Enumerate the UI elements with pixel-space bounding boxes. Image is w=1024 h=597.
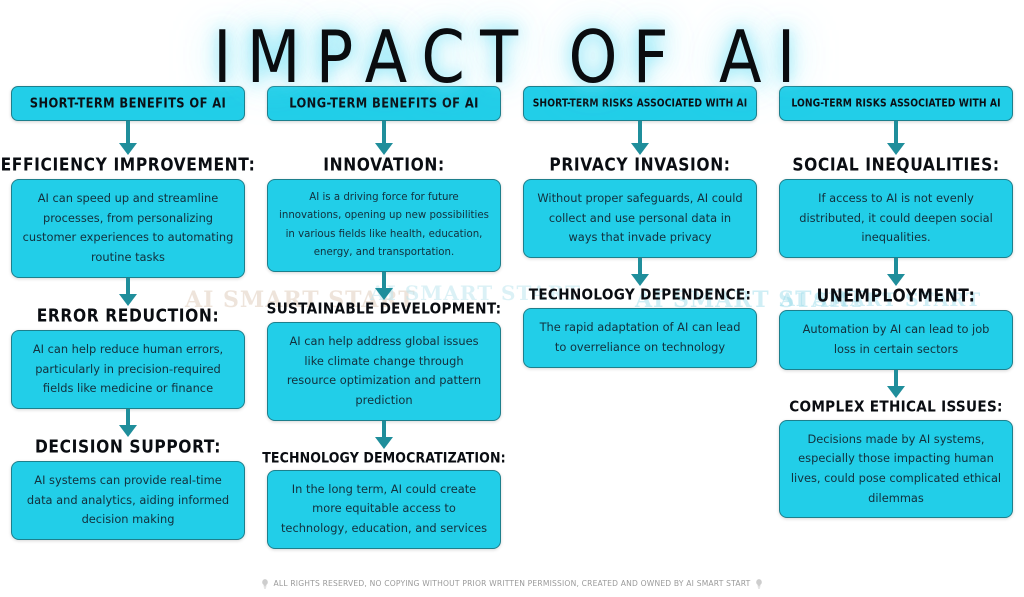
arrow-down-icon xyxy=(372,420,396,449)
card-body-text: AI can speed up and streamline processes… xyxy=(22,191,234,265)
column-header-label: SHORT-TERM BENEFITS OF AI xyxy=(29,94,227,111)
arrow-down-icon xyxy=(628,258,652,287)
section-title: DECISION SUPPORT: xyxy=(34,436,222,457)
column-header-label: LONG-TERM RISKS ASSOCIATED WITH AI xyxy=(791,97,1001,110)
content-card[interactable]: AI can speed up and streamline processes… xyxy=(11,179,245,278)
content-card[interactable]: AI can help reduce human errors, particu… xyxy=(11,329,245,409)
arrow-down-icon xyxy=(116,121,140,155)
copyright-text: ALL RIGHTS RESERVED, NO COPYING WITHOUT … xyxy=(273,579,751,588)
content-card[interactable]: Decisions made by AI systems, especially… xyxy=(779,419,1013,519)
column-header-1[interactable]: SHORT-TERM BENEFITS OF AI xyxy=(11,86,245,121)
section-title: TECHNOLOGY DEMOCRATIZATION: xyxy=(262,448,506,466)
column-short-term-benefits: SHORT-TERM BENEFITS OF AI EFFICIENCY IMP… xyxy=(0,86,256,549)
content-card[interactable]: The rapid adaptation of AI can lead to o… xyxy=(523,308,757,368)
card-body-text: Automation by AI can lead to job loss in… xyxy=(802,322,990,356)
content-card[interactable]: AI is a driving force for future innovat… xyxy=(267,179,501,272)
column-header-label: SHORT-TERM RISKS ASSOCIATED WITH AI xyxy=(532,97,748,110)
card-body-text: AI can help reduce human errors, particu… xyxy=(32,341,224,396)
arrow-down-icon xyxy=(884,369,908,398)
content-card[interactable]: In the long term, AI could create more e… xyxy=(267,469,501,549)
columns-container: SHORT-TERM BENEFITS OF AI EFFICIENCY IMP… xyxy=(0,86,1024,549)
column-header-4[interactable]: LONG-TERM RISKS ASSOCIATED WITH AI xyxy=(779,86,1013,121)
page-title-container: IMPACT OF AI xyxy=(0,16,1024,100)
arrow-down-icon xyxy=(116,408,140,437)
arrow-down-icon xyxy=(884,121,908,155)
arrow-down-icon xyxy=(884,258,908,287)
card-body-text: If access to AI is not evenly distribute… xyxy=(799,191,993,245)
card-body-text: AI systems can provide real-time data an… xyxy=(26,473,230,527)
section-title: UNEMPLOYMENT: xyxy=(816,285,976,307)
column-long-term-risks: LONG-TERM RISKS ASSOCIATED WITH AI SOCIA… xyxy=(768,86,1024,549)
section-title: COMPLEX ETHICAL ISSUES: xyxy=(789,397,1003,416)
content-card[interactable]: AI can help address global issues like c… xyxy=(267,322,501,421)
column-long-term-benefits: LONG-TERM BENEFITS OF AI INNOVATION: AI … xyxy=(256,86,512,549)
content-card[interactable]: AI systems can provide real-time data an… xyxy=(11,461,245,540)
arrow-down-icon xyxy=(372,121,396,155)
card-body-text: Decisions made by AI systems, especially… xyxy=(790,431,1002,505)
content-card[interactable]: Automation by AI can lead to job loss in… xyxy=(779,310,1013,370)
section-title: PRIVACY INVASION: xyxy=(549,154,731,176)
section-title: TECHNOLOGY DEPENDENCE: xyxy=(528,286,752,305)
content-card[interactable]: If access to AI is not evenly distribute… xyxy=(779,179,1013,259)
lightbulb-icon xyxy=(756,579,763,589)
card-body-text: The rapid adaptation of AI can lead to o… xyxy=(539,320,741,354)
section-title: EFFICIENCY IMPROVEMENT: xyxy=(0,154,256,176)
section-title: ERROR REDUCTION: xyxy=(36,305,220,326)
card-body-text: In the long term, AI could create more e… xyxy=(280,481,488,536)
page-title: IMPACT OF AI xyxy=(213,16,811,100)
footer: ALL RIGHTS RESERVED, NO COPYING WITHOUT … xyxy=(0,578,1024,589)
card-body-text: AI can help address global issues like c… xyxy=(286,334,482,407)
arrow-down-icon xyxy=(372,271,396,300)
arrow-down-icon xyxy=(116,277,140,306)
card-body-text: Without proper safeguards, AI could coll… xyxy=(537,191,743,245)
content-card[interactable]: Without proper safeguards, AI could coll… xyxy=(523,179,757,259)
section-title: INNOVATION: xyxy=(323,154,445,176)
section-title: SOCIAL INEQUALITIES: xyxy=(792,154,1000,176)
lightbulb-icon xyxy=(261,579,268,589)
arrow-down-icon xyxy=(628,121,652,155)
column-short-term-risks: SHORT-TERM RISKS ASSOCIATED WITH AI PRIV… xyxy=(512,86,768,549)
section-title: SUSTAINABLE DEVELOPMENT: xyxy=(266,299,502,318)
card-body-text: AI is a driving force for future innovat… xyxy=(279,192,489,258)
